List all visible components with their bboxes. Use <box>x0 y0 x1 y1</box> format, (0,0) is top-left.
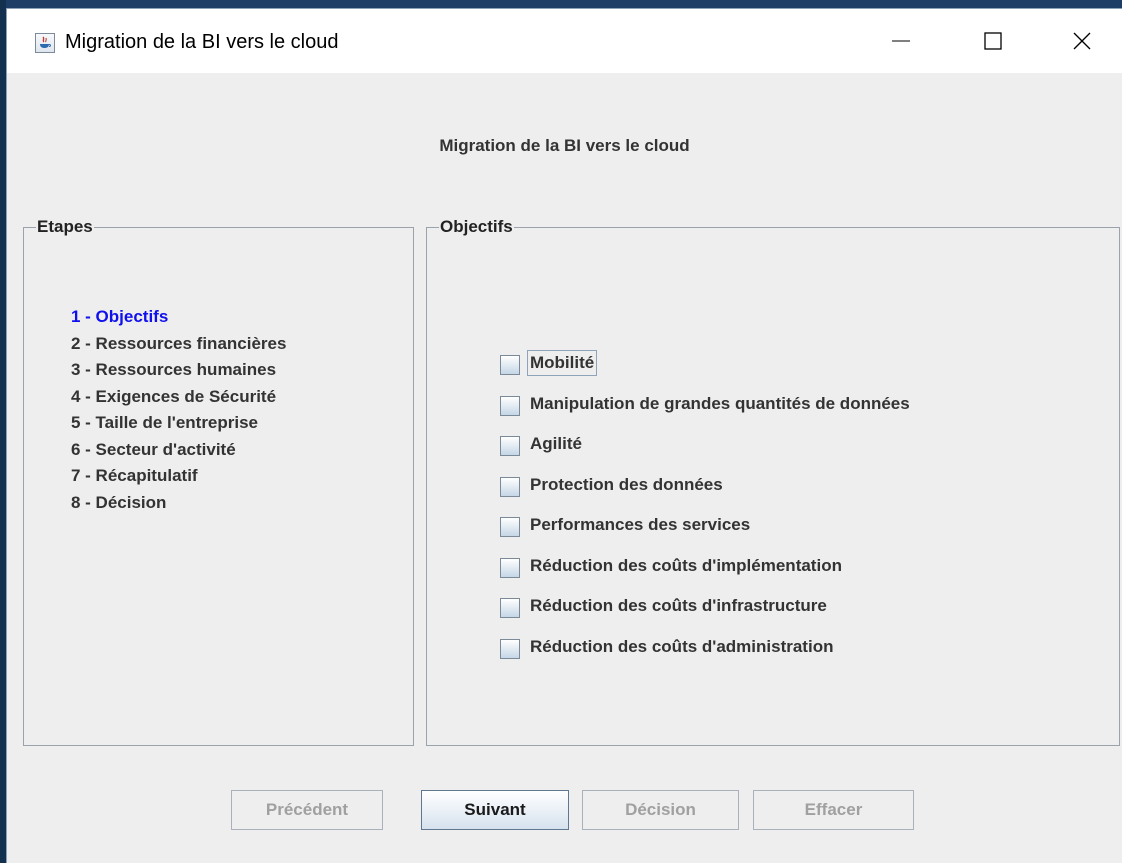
checkbox[interactable] <box>500 517 520 537</box>
step-objectifs: 1 - Objectifs <box>71 307 169 326</box>
checkbox[interactable] <box>500 638 520 659</box>
minimize-button[interactable] <box>878 21 924 61</box>
checkbox[interactable] <box>500 598 520 618</box>
checkbox-label[interactable]: Protection des données <box>530 475 723 495</box>
steps-panel: Etapes 1 - Objectifs 2 - Ressources fina… <box>23 217 414 746</box>
close-button[interactable] <box>1059 21 1105 61</box>
steps-list: 1 - Objectifs 2 - Ressources financières… <box>71 304 286 516</box>
step-secteur-activite: 6 - Secteur d'activité <box>71 439 236 459</box>
minimize-icon <box>892 40 910 42</box>
window-title: Migration de la BI vers le cloud <box>65 31 339 53</box>
checkbox-label[interactable]: Manipulation de grandes quantités de don… <box>530 394 910 414</box>
close-icon <box>1073 32 1091 50</box>
checkbox[interactable] <box>500 436 520 456</box>
checkbox[interactable] <box>500 395 520 416</box>
step-ressources-humaines: 3 - Ressources humaines <box>71 360 277 379</box>
checkbox-label[interactable]: Réduction des coûts d'infrastructure <box>530 596 827 616</box>
objectives-panel: Objectifs Mobilité Manipulation de grand… <box>426 217 1120 746</box>
steps-panel-title: Etapes <box>37 217 93 236</box>
checkbox-label[interactable]: Réduction des coûts d'implémentation <box>530 556 842 576</box>
next-button[interactable]: Suivant <box>421 790 569 830</box>
title-bar[interactable]: Migration de la BI vers le cloud <box>7 9 1122 73</box>
checkbox-label[interactable]: Agilité <box>530 434 582 454</box>
step-taille-entreprise: 5 - Taille de l'entreprise <box>71 413 259 432</box>
page-title: Migration de la BI vers le cloud <box>439 136 690 155</box>
step-recapitulatif: 7 - Récapitulatif <box>71 466 198 485</box>
maximize-icon <box>984 32 1002 50</box>
step-ressources-financieres: 2 - Ressources financières <box>71 333 287 353</box>
application-window: Migration de la BI vers le cloud Migrati… <box>6 8 1122 863</box>
java-app-icon <box>35 33 55 53</box>
clear-button[interactable]: Effacer <box>753 790 914 830</box>
checkbox-label[interactable]: Réduction des coûts d'administration <box>530 637 833 657</box>
checkbox[interactable] <box>500 476 520 497</box>
step-exigences-securite: 4 - Exigences de Sécurité <box>71 386 277 406</box>
checkbox[interactable] <box>500 355 520 375</box>
checkbox-label[interactable]: Performances des services <box>530 515 750 535</box>
checkbox-label[interactable]: Mobilité <box>526 350 598 376</box>
desktop-background <box>0 0 1122 8</box>
step-decision: 8 - Décision <box>71 492 167 512</box>
maximize-button[interactable] <box>970 21 1016 61</box>
previous-button[interactable]: Précédent <box>231 790 383 830</box>
decision-button[interactable]: Décision <box>582 790 739 830</box>
objectives-panel-title: Objectifs <box>440 217 513 236</box>
checkbox[interactable] <box>500 557 520 578</box>
